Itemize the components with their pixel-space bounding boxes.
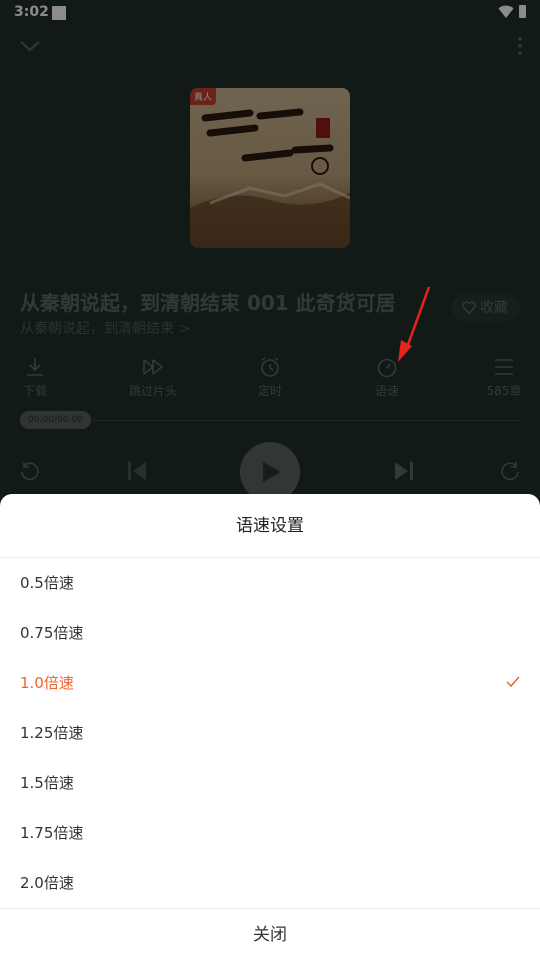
speed-option-2.0[interactable]: 2.0倍速 (0, 858, 540, 908)
speed-option-label: 1.75倍速 (20, 824, 84, 842)
close-button[interactable]: 关闭 (0, 908, 540, 960)
sheet-title: 语速设置 (0, 494, 540, 558)
speed-settings-sheet: 语速设置 0.5倍速 0.75倍速 1.0倍速 1.25倍速 1.5倍速 1.7… (0, 494, 540, 960)
speed-option-0.5[interactable]: 0.5倍速 (0, 558, 540, 608)
speed-option-label: 1.0倍速 (20, 674, 74, 692)
speed-option-label: 1.25倍速 (20, 724, 84, 742)
checkmark-icon (506, 676, 520, 688)
speed-option-1.0[interactable]: 1.0倍速 (0, 658, 540, 708)
speed-option-label: 0.75倍速 (20, 624, 84, 642)
speed-option-1.5[interactable]: 1.5倍速 (0, 758, 540, 808)
speed-option-0.75[interactable]: 0.75倍速 (0, 608, 540, 658)
speed-option-label: 1.5倍速 (20, 774, 74, 792)
speed-options-list: 0.5倍速 0.75倍速 1.0倍速 1.25倍速 1.5倍速 1.75倍速 2… (0, 558, 540, 908)
speed-option-1.75[interactable]: 1.75倍速 (0, 808, 540, 858)
speed-option-1.25[interactable]: 1.25倍速 (0, 708, 540, 758)
speed-option-label: 0.5倍速 (20, 574, 74, 592)
speed-option-label: 2.0倍速 (20, 874, 74, 892)
